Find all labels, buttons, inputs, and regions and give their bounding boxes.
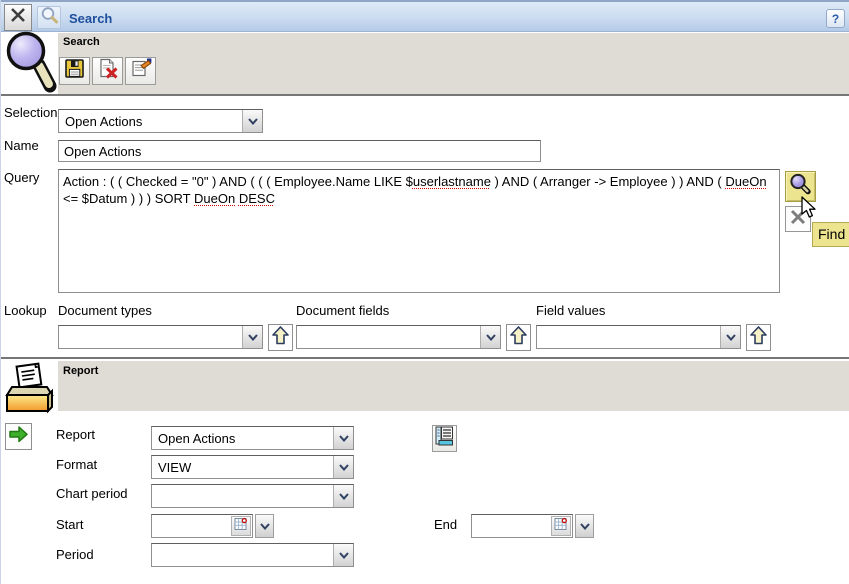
chevron-down-icon xyxy=(242,326,262,348)
selection-value: Open Actions xyxy=(59,110,242,132)
start-label: Start xyxy=(56,517,83,532)
field-values-label: Field values xyxy=(536,303,605,318)
open-view-button[interactable] xyxy=(432,425,457,452)
mouse-cursor xyxy=(801,196,818,225)
start-date-input[interactable] xyxy=(152,515,230,537)
divider xyxy=(1,357,849,359)
chart-period-value xyxy=(152,485,333,507)
document-fields-label: Document fields xyxy=(296,303,389,318)
query-misspelled-word: DueOn xyxy=(725,174,766,189)
period-value xyxy=(152,544,333,566)
printer-icon xyxy=(3,362,57,421)
lookup-label: Lookup xyxy=(4,303,47,318)
chevron-down-icon xyxy=(333,427,353,449)
document-types-value xyxy=(59,326,242,348)
close-button[interactable] xyxy=(4,4,32,31)
search-properties-button[interactable] xyxy=(125,57,156,85)
query-text: ) AND ( Arranger -> Employee ) ) AND ( xyxy=(491,174,725,189)
report-section-title: Report xyxy=(63,365,98,377)
end-label: End xyxy=(434,517,457,532)
document-properties-icon xyxy=(130,58,152,84)
format-label: Format xyxy=(56,457,97,472)
save-icon xyxy=(64,58,85,84)
name-input[interactable] xyxy=(58,140,541,162)
report-label: Report xyxy=(56,427,95,442)
document-fields-value xyxy=(297,326,480,348)
query-misspelled-word: DueOn xyxy=(194,191,235,206)
start-date-dropdown-button[interactable] xyxy=(255,514,274,538)
help-button[interactable]: ? xyxy=(826,9,845,28)
search-window: Search ? Search xyxy=(0,0,849,584)
chevron-down-icon xyxy=(580,517,590,535)
window-title: Search xyxy=(69,11,112,26)
query-misspelled-word: userlastname xyxy=(413,174,491,189)
document-fields-dropdown[interactable] xyxy=(296,325,501,349)
document-types-dropdown[interactable] xyxy=(58,325,263,349)
document-types-paste-button[interactable] xyxy=(268,324,293,351)
query-label: Query xyxy=(4,170,39,185)
up-arrow-icon xyxy=(272,326,289,350)
end-date-dropdown-button[interactable] xyxy=(575,514,594,538)
search-section-banner xyxy=(58,33,849,94)
selection-label: Selection xyxy=(4,105,57,120)
chevron-down-icon xyxy=(260,517,270,535)
calendar-icon xyxy=(554,517,568,536)
format-value: VIEW xyxy=(152,456,333,478)
period-dropdown[interactable] xyxy=(151,543,354,567)
chart-period-dropdown[interactable] xyxy=(151,484,354,508)
calendar-icon xyxy=(234,517,248,536)
selection-dropdown[interactable]: Open Actions xyxy=(58,109,263,133)
start-date-group xyxy=(151,514,274,538)
field-values-paste-button[interactable] xyxy=(746,324,771,351)
magnifier-icon xyxy=(5,30,57,99)
chevron-down-icon xyxy=(333,456,353,478)
end-date-input[interactable] xyxy=(472,515,550,537)
delete-search-button[interactable] xyxy=(92,57,123,85)
period-label: Period xyxy=(56,547,94,562)
chart-period-label: Chart period xyxy=(56,486,128,501)
report-dropdown[interactable]: Open Actions xyxy=(151,426,354,450)
start-date-field[interactable] xyxy=(151,514,253,538)
end-date-field[interactable] xyxy=(471,514,573,538)
up-arrow-icon xyxy=(750,326,767,350)
chevron-down-icon xyxy=(720,326,740,348)
document-fields-paste-button[interactable] xyxy=(506,324,531,351)
green-arrow-icon xyxy=(8,425,29,449)
field-values-value xyxy=(537,326,720,348)
find-tooltip: Find xyxy=(812,222,849,247)
document-types-label: Document types xyxy=(58,303,152,318)
calendar-button[interactable] xyxy=(551,516,571,536)
chevron-down-icon xyxy=(333,485,353,507)
up-arrow-icon xyxy=(510,326,527,350)
name-label: Name xyxy=(4,138,39,153)
search-icon xyxy=(40,6,59,30)
query-misspelled-word: DESC xyxy=(239,191,275,206)
close-icon xyxy=(9,6,27,29)
chevron-down-icon xyxy=(480,326,500,348)
help-icon: ? xyxy=(832,12,839,26)
end-date-group xyxy=(471,514,594,538)
divider xyxy=(1,94,849,96)
view-icon xyxy=(435,426,454,452)
chevron-down-icon xyxy=(333,544,353,566)
chevron-down-icon xyxy=(242,110,262,132)
search-section-title: Search xyxy=(63,36,100,48)
titlebar: Search ? xyxy=(1,0,849,32)
report-value: Open Actions xyxy=(152,427,333,449)
calendar-button[interactable] xyxy=(231,516,251,536)
titlebar-search-button[interactable] xyxy=(37,6,61,29)
query-text: Action : ( ( Checked = "0" ) AND ( ( ( E… xyxy=(63,174,413,189)
query-textarea[interactable]: Action : ( ( Checked = "0" ) AND ( ( ( E… xyxy=(58,169,780,293)
report-section-banner xyxy=(58,361,849,411)
delete-document-icon xyxy=(97,58,119,84)
run-report-button[interactable] xyxy=(5,423,32,450)
save-search-button[interactable] xyxy=(59,57,90,85)
format-dropdown[interactable]: VIEW xyxy=(151,455,354,479)
field-values-dropdown[interactable] xyxy=(536,325,741,349)
